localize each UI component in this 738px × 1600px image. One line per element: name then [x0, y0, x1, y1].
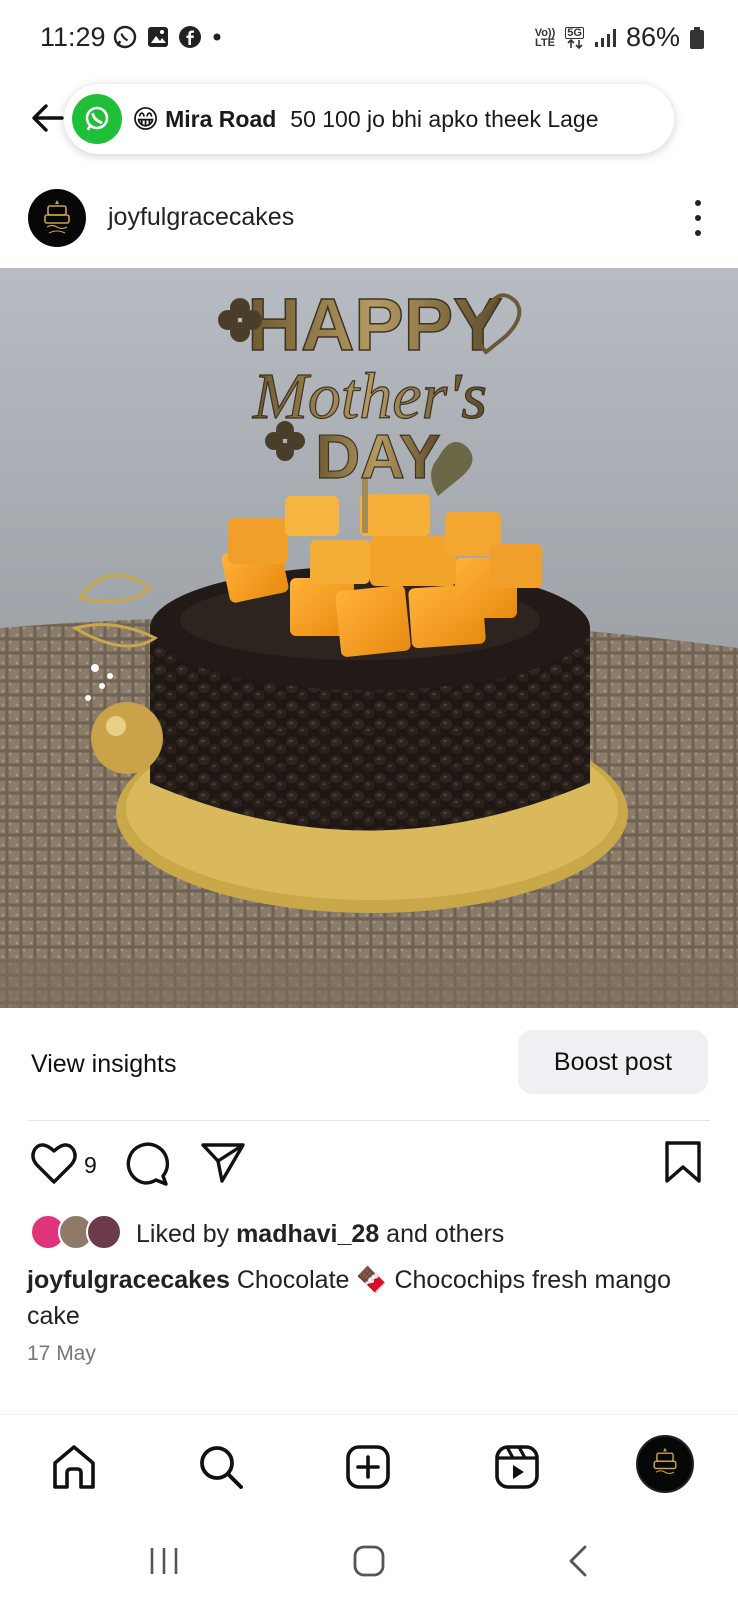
cake-logo-icon — [653, 1447, 677, 1474]
status-bar: 11:29 Vo)) LTE 5G 86% — [0, 0, 738, 78]
status-right: Vo)) LTE 5G 86% — [535, 22, 704, 53]
status-notification-icons — [112, 24, 224, 50]
share-icon[interactable] — [200, 1140, 246, 1186]
profile-avatar[interactable] — [28, 189, 86, 247]
like-count[interactable]: 9 — [84, 1152, 97, 1179]
heart-icon[interactable] — [30, 1140, 78, 1186]
caption-username[interactable]: joyfulgracecakes — [27, 1266, 230, 1294]
more-options-icon[interactable] — [692, 200, 704, 236]
liked-by-text[interactable]: Liked by madhavi_28 and others — [136, 1220, 504, 1249]
post-header: joyfulgracecakes — [0, 186, 738, 250]
battery-percent: 86% — [625, 22, 680, 52]
likes-row: Liked by madhavi_28 and others — [0, 1214, 738, 1254]
recent-apps-icon[interactable] — [148, 1546, 180, 1576]
divider — [28, 1120, 710, 1121]
battery-icon — [690, 26, 704, 49]
cake-photo: HAPPY Mother's DAY — [0, 268, 738, 1008]
data-arrows-icon — [567, 38, 583, 49]
whatsapp-icon — [72, 94, 122, 144]
reels-icon[interactable] — [493, 1443, 541, 1491]
notification-sender: Mira Road — [165, 105, 277, 132]
post-date: 17 May — [27, 1342, 96, 1365]
facebook-status-icon — [179, 26, 201, 48]
comment-icon[interactable] — [122, 1140, 170, 1188]
topper-happy-text: HAPPY — [248, 283, 503, 366]
liker-avatars[interactable] — [30, 1214, 122, 1252]
insights-row: View insights Boost post — [0, 1030, 738, 1096]
home-button-icon[interactable] — [352, 1544, 386, 1578]
cake-logo-icon — [44, 200, 70, 234]
more-notifications-dot-icon — [213, 33, 221, 41]
bookmark-icon[interactable] — [664, 1140, 702, 1184]
post-image[interactable]: HAPPY Mother's DAY — [0, 268, 738, 1008]
notification-row: 😁 Mira Road 50 100 jo bhi apko theek Lag… — [0, 84, 738, 156]
system-navigation-bar — [0, 1520, 738, 1600]
status-time: 11:29 — [40, 22, 106, 52]
signal-icon — [594, 28, 616, 47]
boost-post-button[interactable]: Boost post — [518, 1030, 708, 1094]
post-actions-row: 9 — [0, 1140, 738, 1196]
profile-avatar[interactable] — [636, 1435, 694, 1493]
home-icon[interactable] — [50, 1443, 98, 1491]
bottom-nav — [0, 1414, 738, 1510]
grin-emoji: 😁 — [132, 103, 160, 134]
liked-by-user[interactable]: madhavi_28 — [236, 1220, 379, 1248]
network-5g-indicator: 5G — [565, 26, 584, 49]
back-arrow-icon[interactable] — [28, 98, 68, 138]
whatsapp-status-icon — [113, 25, 137, 49]
post-caption: joyfulgracecakes Chocolate 🍫 Chocochips … — [27, 1262, 707, 1334]
whatsapp-notification-banner[interactable]: 😁 Mira Road 50 100 jo bhi apko theek Lag… — [64, 84, 674, 154]
avatar — [86, 1214, 122, 1250]
search-icon[interactable] — [197, 1443, 245, 1491]
create-icon[interactable] — [344, 1443, 392, 1491]
gallery-status-icon — [148, 27, 168, 47]
topper-day-text: DAY — [315, 423, 440, 492]
system-back-icon[interactable] — [566, 1544, 590, 1578]
notification-message: 50 100 jo bhi apko theek Lage — [290, 105, 599, 132]
post-username[interactable]: joyfulgracecakes — [108, 203, 294, 232]
view-insights-link[interactable]: View insights — [31, 1050, 176, 1079]
volte-indicator: Vo)) LTE — [534, 26, 556, 49]
